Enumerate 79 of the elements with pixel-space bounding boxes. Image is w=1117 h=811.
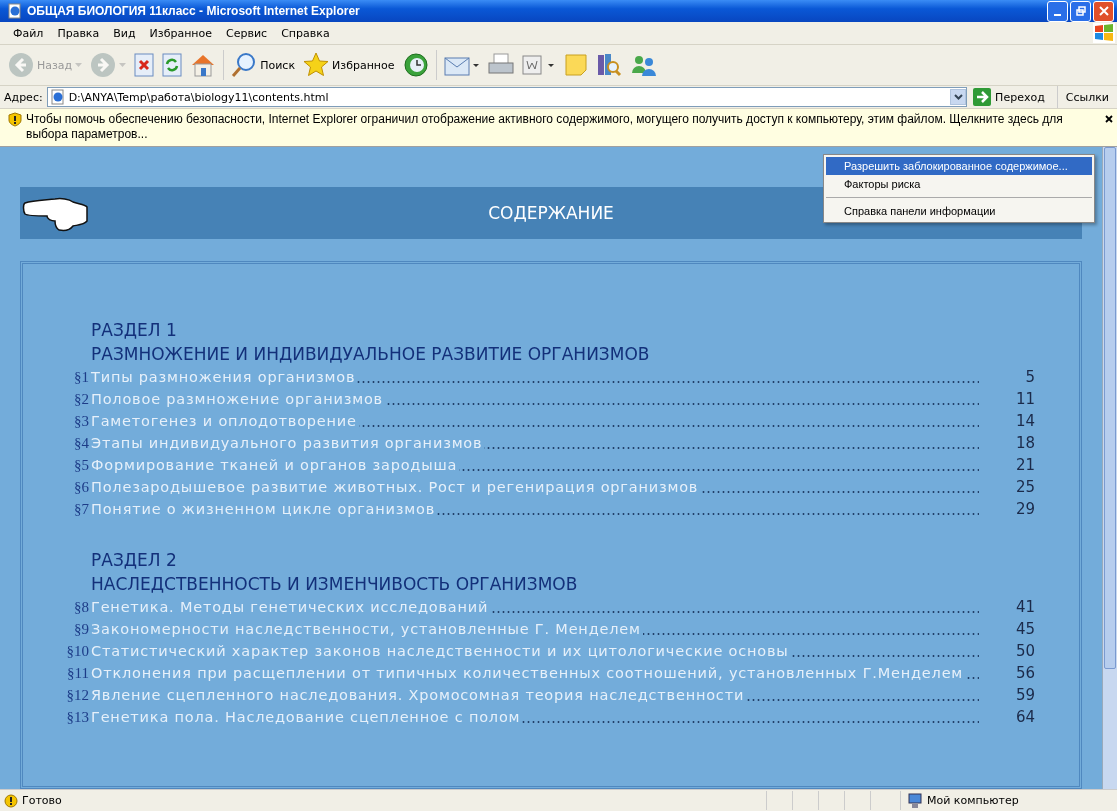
paragraph-number: §5 [73, 456, 90, 474]
address-label: Адрес: [4, 90, 43, 104]
section-heading: РАЗДЕЛ 1 [90, 319, 178, 342]
arrow-icon [973, 88, 992, 106]
scrollbar[interactable] [1102, 147, 1117, 789]
paragraph-number: §7 [73, 500, 90, 518]
people-icon [629, 53, 658, 77]
paragraph-number: §10 [65, 642, 90, 660]
refresh-icon [162, 53, 183, 77]
favorites-button[interactable]: Избранное [299, 52, 399, 78]
page-title: СОДЕРЖАНИЕ [488, 203, 614, 223]
menu-item[interactable]: Факторы риска [826, 175, 1092, 193]
minimize-icon [1054, 14, 1061, 16]
paragraph-number: §11 [66, 664, 90, 682]
page-number: 25 [1014, 478, 1036, 496]
menu-item[interactable]: Справка [274, 26, 337, 40]
document-icon [521, 54, 556, 76]
close-icon[interactable] [1105, 115, 1113, 123]
address-field[interactable]: D:\ANYA\Temp\работа\biology11\contents.html [46, 87, 968, 107]
page-number: 11 [1014, 390, 1036, 408]
paragraph-number: §3 [73, 412, 90, 430]
paragraph-number: §13 [65, 708, 90, 726]
section-title: НАСЛЕДСТВЕННОСТЬ И ИЗМЕНЧИВОСТЬ ОРГАНИЗМОВ [90, 573, 579, 596]
page-number: 50 [1014, 642, 1036, 660]
page-number: 18 [1014, 434, 1036, 452]
stop-icon [134, 53, 155, 77]
caret-icon [119, 63, 127, 67]
paragraph-number: §8 [73, 598, 90, 616]
information-bar[interactable]: Чтобы помочь обеспечению безопасности, Internet Explorer ограничил отображение активного содержимого, могущего получить доступ к компьютеру, этим файлом. Щелкните здесь для выбора параметров... [0, 109, 1117, 147]
paragraph-number: §2 [73, 390, 90, 408]
search-button[interactable]: Поиск [227, 52, 300, 78]
menu-item[interactable]: Вид [106, 26, 143, 40]
restore-icon [1075, 6, 1086, 16]
close-button[interactable] [1093, 0, 1114, 22]
menu-item[interactable]: Избранное [142, 26, 220, 40]
book-icon [595, 52, 622, 78]
chevron-icon [953, 94, 963, 100]
caret-icon [75, 63, 83, 67]
menu-item[interactable]: Файл [6, 26, 51, 40]
page-number: 45 [1014, 620, 1036, 638]
minimize-button[interactable] [1047, 0, 1068, 22]
paragraph-number: §12 [65, 686, 90, 704]
page-number: 56 [1014, 664, 1036, 682]
menu-item[interactable]: Сервис [219, 26, 275, 40]
close-icon [1098, 6, 1109, 16]
page-number: 21 [1014, 456, 1036, 474]
printer-icon [487, 53, 514, 77]
menu-item[interactable]: Справка панели информации [826, 202, 1092, 220]
zone-text: Мой компьютер [927, 794, 1019, 807]
section-heading: РАЗДЕЛ 2 [90, 549, 178, 572]
page-number: 64 [1014, 708, 1036, 726]
paragraph-number: §6 [73, 478, 90, 496]
page-number: 5 [1024, 368, 1036, 386]
go-button[interactable]: Переход [969, 88, 1055, 106]
page-number: 41 [1014, 598, 1036, 616]
browser-icon [7, 3, 23, 19]
window-title: ОБЩАЯ БИОЛОГИЯ 11класс - Microsoft Internet Explorer [27, 4, 361, 18]
shield-icon [8, 112, 22, 127]
section-title: РАЗМНОЖЕНИЕ И ИНДИВИДУАЛЬНОЕ РАЗВИТИЕ ОРГАНИЗМОВ [90, 343, 651, 366]
page-number: 14 [1014, 412, 1036, 430]
paragraph-number: §1 [73, 368, 90, 386]
computer-icon [907, 792, 923, 809]
paragraph-number: §9 [73, 620, 90, 638]
windows-logo-icon [1093, 23, 1115, 43]
star-icon [303, 52, 330, 78]
page-icon [49, 89, 66, 105]
paragraph-number: §4 [73, 434, 90, 452]
menu-item[interactable]: Разрешить заблокированное содержимое... [826, 157, 1092, 175]
page-number: 29 [1014, 500, 1036, 518]
note-icon [563, 53, 588, 77]
restore-button[interactable] [1070, 0, 1091, 22]
page-number: 59 [1014, 686, 1036, 704]
clock-icon [402, 52, 429, 78]
search-icon [231, 52, 258, 78]
warning-icon [4, 793, 18, 808]
links-button[interactable]: Ссылки [1056, 86, 1117, 108]
status-text: Готово [22, 794, 63, 807]
dropdown-button[interactable] [950, 89, 967, 105]
menu-item[interactable]: Правка [50, 26, 107, 40]
